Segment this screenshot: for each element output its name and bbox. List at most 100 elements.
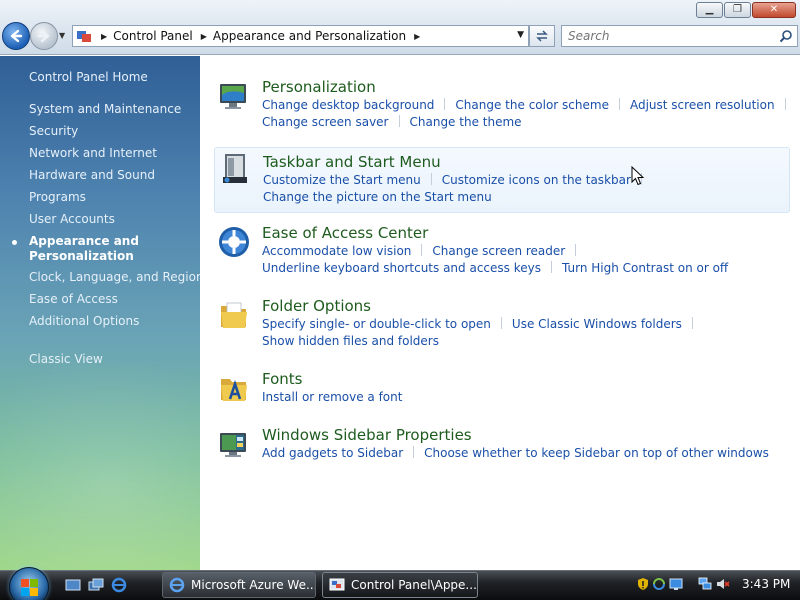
link-install-remove-font[interactable]: Install or remove a font [262,390,402,404]
minimize-button[interactable]: ▁ [696,2,723,18]
taskbar-clock[interactable]: 3:43 PM [742,577,790,591]
address-dropdown-icon[interactable]: ▼ [517,30,524,40]
fonts-folder-icon [221,379,247,401]
window-controls: ▁ ❐ ✕ [696,2,796,18]
breadcrumb-chevron-icon[interactable]: ▶ [414,32,420,41]
link-adjust-screen-resolution[interactable]: Adjust screen resolution [630,98,775,112]
sidebar-item-classic-view[interactable]: Classic View [29,352,103,367]
breadcrumb-chevron-icon[interactable]: ▶ [201,32,207,41]
link-change-screen-reader[interactable]: Change screen reader [432,244,565,258]
link-change-screen-saver[interactable]: Change screen saver [262,115,389,129]
active-bullet-icon [12,240,17,245]
sidebar-item-ease-of-access[interactable]: Ease of Access [29,292,118,307]
mouse-cursor-icon [631,166,645,186]
link-single-double-click[interactable]: Specify single- or double-click to open [262,317,491,331]
security-shield-icon[interactable] [636,577,650,591]
link-row: Show hidden files and folders [262,334,439,348]
link-change-the-theme[interactable]: Change the theme [410,115,522,129]
category-title[interactable]: Folder Options [262,297,371,315]
volume-muted-icon[interactable] [716,577,730,591]
folder-icon [221,302,247,328]
category-fonts: Fonts Install or remove a font [214,370,790,410]
link-underline-keyboard-shortcuts[interactable]: Underline keyboard shortcuts and access … [262,261,541,275]
link-customize-start-menu[interactable]: Customize the Start menu [263,173,421,187]
network-icon[interactable] [698,577,712,591]
sidebar-item-appearance-and-personalization[interactable]: Appearance and Personalization [29,234,159,264]
link-accommodate-low-vision[interactable]: Accommodate low vision [262,244,411,258]
link-customize-taskbar-icons[interactable]: Customize icons on the taskbar [442,173,631,187]
recent-pages-dropdown[interactable]: ▼ [59,31,65,40]
sidebar-item-control-panel-home[interactable]: Control Panel Home [29,70,148,85]
decorative-swoosh [0,356,200,570]
sidebar-item-programs[interactable]: Programs [29,190,86,205]
link-change-color-scheme[interactable]: Change the color scheme [455,98,609,112]
link-high-contrast[interactable]: Turn High Contrast on or off [562,261,728,275]
network-status-icon[interactable] [669,577,683,591]
breadcrumb-control-panel[interactable]: Control Panel [113,29,193,43]
sidebar-item-system-and-maintenance[interactable]: System and Maintenance [29,102,181,117]
search-icon[interactable] [779,29,793,43]
address-bar[interactable]: ▶ Control Panel ▶ Appearance and Persona… [72,25,529,47]
link-separator [500,317,502,329]
sidebar-icon [220,433,246,457]
search-input[interactable] [568,29,768,43]
start-button[interactable] [9,567,49,600]
sidebar-item-network-and-internet[interactable]: Network and Internet [29,146,157,161]
link-separator [413,446,415,458]
sidebar-item-clock-language-region[interactable]: Clock, Language, and Region [29,270,200,285]
category-title[interactable]: Windows Sidebar Properties [262,426,472,444]
refresh-icon [536,30,548,42]
link-add-gadgets[interactable]: Add gadgets to Sidebar [262,446,403,460]
arrow-right-icon [37,29,50,43]
left-navigation-pane: Control Panel Home System and Maintenanc… [0,56,200,570]
link-row: Change the picture on the Start menu [263,190,492,204]
link-separator [550,261,552,273]
category-title[interactable]: Fonts [262,370,302,388]
link-row: Change screen saver Change the theme [262,115,522,129]
sidebar-item-user-accounts[interactable]: User Accounts [29,212,115,227]
windows-logo-icon [21,579,39,597]
switch-windows-icon[interactable] [88,577,104,593]
taskbar-button-azure[interactable]: Microsoft Azure We... [162,572,316,598]
main-content: Personalization Change desktop backgroun… [200,56,800,570]
internet-explorer-icon[interactable] [111,577,127,593]
link-separator [444,98,446,110]
link-row: Add gadgets to Sidebar Choose whether to … [262,446,769,460]
back-button[interactable] [2,22,30,50]
link-classic-windows-folders[interactable]: Use Classic Windows folders [512,317,682,331]
link-separator [575,244,577,256]
taskbar-button-label: Control Panel\Appe... [351,578,477,592]
link-separator [691,317,693,329]
arrow-left-icon [10,29,23,43]
link-show-hidden-files[interactable]: Show hidden files and folders [262,334,439,348]
taskbar-icon [223,154,247,183]
category-title[interactable]: Personalization [262,78,376,96]
sidebar-item-security[interactable]: Security [29,124,78,139]
category-title[interactable]: Taskbar and Start Menu [263,153,441,171]
breadcrumb-appearance[interactable]: Appearance and Personalization [213,29,406,43]
link-row: Change desktop background Change the colo… [262,98,796,112]
search-box[interactable] [561,25,798,47]
maximize-button[interactable]: ❐ [724,2,751,18]
category-personalization: Personalization Change desktop backgroun… [214,78,790,134]
sidebar-item-hardware-and-sound[interactable]: Hardware and Sound [29,168,155,183]
internet-explorer-icon [169,577,185,593]
link-change-start-menu-picture[interactable]: Change the picture on the Start menu [263,190,492,204]
refresh-button[interactable] [529,25,555,47]
category-title[interactable]: Ease of Access Center [262,224,428,242]
link-change-desktop-background[interactable]: Change desktop background [262,98,434,112]
link-sidebar-on-top[interactable]: Choose whether to keep Sidebar on top of… [424,446,769,460]
link-row: Specify single- or double-click to open U… [262,317,703,331]
forward-button[interactable] [30,22,58,50]
show-desktop-icon[interactable] [65,577,81,593]
link-separator [618,98,620,110]
sidebar-item-additional-options[interactable]: Additional Options [29,314,139,329]
link-row: Accommodate low vision Change screen read… [262,244,586,258]
sync-icon[interactable] [652,577,666,591]
close-button[interactable]: ✕ [752,2,796,18]
breadcrumb-chevron-icon[interactable]: ▶ [101,32,107,41]
category-folder-options: Folder Options Specify single- or double… [214,297,790,353]
category-taskbar-and-start-menu[interactable]: Taskbar and Start Menu Customize the Sta… [214,147,790,213]
taskbar-button-control-panel[interactable]: Control Panel\Appe... [322,572,478,598]
monitor-icon [220,84,246,109]
